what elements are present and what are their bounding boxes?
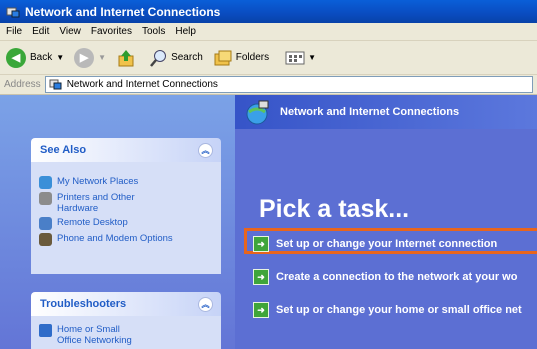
remote-desktop-icon (39, 217, 52, 230)
see-also-item-label: My Network Places (57, 176, 139, 187)
see-also-item-label: Phone and Modem Options (57, 233, 173, 244)
network-connections-icon (6, 5, 20, 19)
collapse-chevron-icon[interactable]: ︽ (198, 142, 213, 158)
help-icon (39, 324, 52, 337)
see-also-item-printers[interactable]: Printers and Other Hardware (31, 192, 221, 214)
pick-task-heading: Pick a task... (259, 195, 410, 223)
task-setup-home-network[interactable]: ➜ Set up or change your home or small of… (253, 302, 522, 318)
menu-favorites[interactable]: Favorites (91, 26, 132, 37)
task-setup-internet-connection[interactable]: ➜ Set up or change your Internet connect… (253, 236, 497, 252)
search-label: Search (171, 52, 203, 63)
chevron-down-icon[interactable]: ▼ (308, 53, 316, 62)
see-also-item-my-network-places[interactable]: My Network Places (31, 176, 221, 189)
category-title: Network and Internet Connections (280, 106, 460, 118)
up-folder-icon (118, 49, 134, 66)
forward-arrow-icon: ▶ (74, 47, 95, 68)
folders-button[interactable]: Folders (213, 48, 269, 68)
address-value: Network and Internet Connections (66, 79, 218, 90)
menu-edit[interactable]: Edit (32, 26, 49, 37)
content-pane: Network and Internet Connections Pick a … (235, 95, 537, 349)
network-globe-icon (246, 100, 269, 125)
see-also-item-label: Remote Desktop (57, 217, 128, 228)
troubleshooters-panel: Home or Small Office Networking (31, 316, 221, 349)
search-button[interactable]: Search (148, 48, 203, 68)
title-bar: Network and Internet Connections (0, 0, 537, 23)
task-label: Set up or change your home or small offi… (276, 304, 522, 316)
see-also-panel: My Network Places Printers and Other Har… (31, 162, 221, 274)
task-label: Create a connection to the network at yo… (276, 271, 518, 283)
folders-label: Folders (235, 52, 270, 63)
troubleshooters-header[interactable]: Troubleshooters ︽ (31, 292, 221, 316)
my-network-places-icon (39, 176, 52, 189)
main-area: See Also ︽ My Network Places Printers an… (0, 95, 537, 349)
task-create-work-connection[interactable]: ➜ Create a connection to the network at … (253, 269, 517, 285)
green-arrow-icon: ➜ (253, 302, 269, 318)
task-pane: See Also ︽ My Network Places Printers an… (0, 95, 235, 349)
address-field[interactable]: Network and Internet Connections (44, 76, 533, 93)
views-button[interactable]: ▼ (285, 50, 316, 66)
back-label: Back (30, 52, 53, 63)
menu-view[interactable]: View (59, 26, 81, 37)
troubleshooter-item-home-networking[interactable]: Home or Small Office Networking (31, 324, 221, 346)
menu-file[interactable]: File (6, 26, 22, 37)
chevron-down-icon[interactable]: ▼ (56, 53, 64, 62)
network-connections-icon (49, 79, 62, 89)
menu-tools[interactable]: Tools (142, 26, 165, 37)
forward-button[interactable]: ▶ ▼ (74, 47, 106, 68)
green-arrow-icon: ➜ (253, 236, 269, 252)
see-also-header[interactable]: See Also ︽ (31, 138, 221, 162)
see-also-item-phone-modem[interactable]: Phone and Modem Options (31, 233, 221, 246)
troubleshooter-item-label: Home or Small Office Networking (57, 324, 132, 346)
troubleshooters-title: Troubleshooters (40, 298, 127, 310)
views-icon (285, 51, 305, 64)
menu-bar: File Edit View Favorites Tools Help (0, 23, 537, 41)
search-icon (150, 49, 167, 67)
see-also-title: See Also (40, 144, 87, 156)
phone-modem-icon (39, 233, 52, 246)
see-also-item-remote-desktop[interactable]: Remote Desktop (31, 217, 221, 230)
printer-icon (39, 192, 52, 205)
collapse-chevron-icon[interactable]: ︽ (198, 296, 213, 312)
toolbar: ◀ Back ▼ ▶ ▼ Search Folders ▼ (0, 41, 537, 75)
category-header: Network and Internet Connections (235, 95, 537, 129)
back-arrow-icon: ◀ (6, 47, 26, 68)
green-arrow-icon: ➜ (253, 269, 269, 285)
window-title: Network and Internet Connections (25, 4, 221, 19)
chevron-down-icon[interactable]: ▼ (98, 53, 106, 62)
see-also-item-label: Printers and Other Hardware (57, 192, 135, 214)
menu-help[interactable]: Help (175, 26, 196, 37)
folders-icon (214, 50, 232, 65)
task-label: Set up or change your Internet connectio… (276, 238, 498, 250)
address-bar: Address Network and Internet Connections (0, 75, 537, 95)
up-folder-button[interactable] (116, 48, 136, 68)
address-label: Address (4, 79, 41, 90)
back-button[interactable]: ◀ Back ▼ (6, 47, 64, 68)
